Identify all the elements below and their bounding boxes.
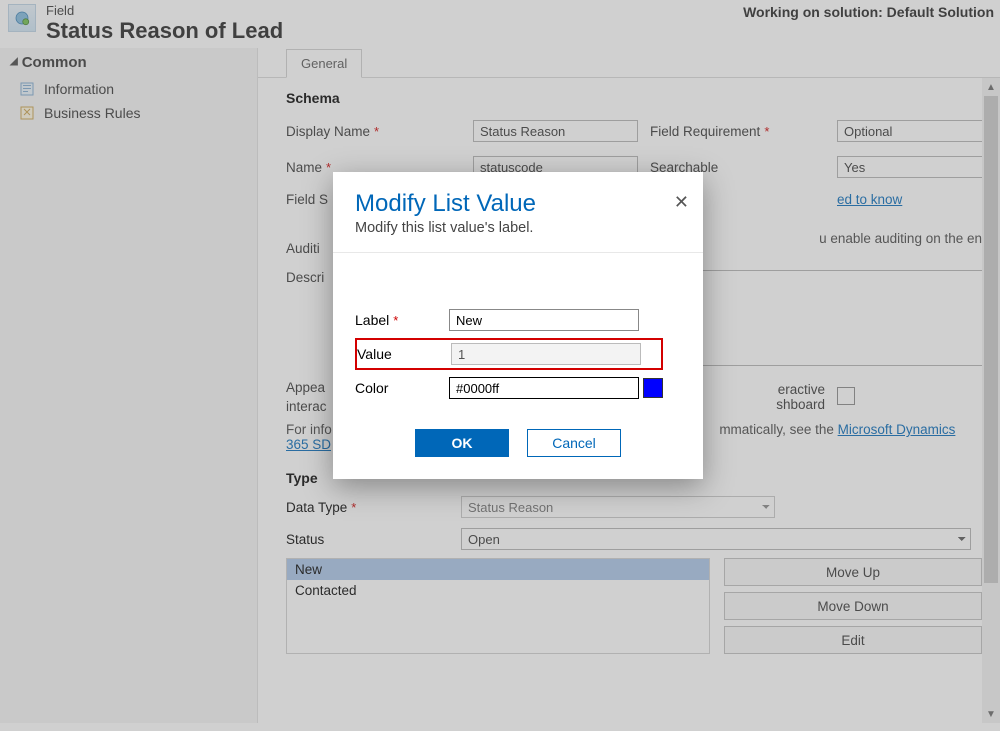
modify-list-value-dialog: Modify List Value Modify this list value… [333,172,703,479]
color-swatch[interactable] [643,378,663,398]
cancel-button[interactable]: Cancel [527,429,621,457]
modal-title: Modify List Value [355,190,681,218]
modal-color-label: Color [355,380,449,396]
close-icon[interactable]: ✕ [674,192,689,213]
modal-label-input[interactable] [449,309,639,331]
modal-subtitle: Modify this list value's label. [355,220,681,236]
modal-value-input [451,343,641,365]
ok-button[interactable]: OK [415,429,509,457]
modal-label-label: Label * [355,312,449,328]
modal-value-label: Value [357,346,451,362]
modal-color-input[interactable] [449,377,639,399]
